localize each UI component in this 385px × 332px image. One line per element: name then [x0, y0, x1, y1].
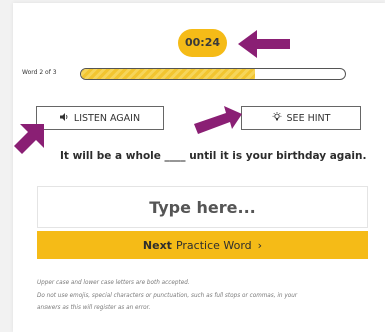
note-line: Do not use emojis, special characters or…	[37, 293, 298, 299]
prompt-sentence: It will be a whole ____ until it is your…	[60, 150, 367, 162]
next-label-rest: Practice Word	[175, 238, 252, 252]
word-progress-bar	[80, 68, 346, 80]
answer-input[interactable]	[37, 186, 368, 228]
speaker-icon	[59, 112, 69, 124]
arrow-pointer-hint-icon	[194, 106, 242, 134]
see-hint-button[interactable]: SEE HINT	[241, 106, 361, 130]
see-hint-label: SEE HINT	[286, 112, 331, 124]
arrow-pointer-listen-icon	[14, 124, 44, 154]
lightbulb-icon	[272, 111, 282, 125]
word-progress-label: Word 2 of 3	[22, 69, 57, 76]
note-line: Upper case and lower case letters are bo…	[37, 280, 190, 286]
listen-again-label: LISTEN AGAIN	[73, 112, 141, 124]
next-practice-word-button[interactable]: Next Practice Word ›	[37, 231, 368, 259]
word-progress-fill	[81, 69, 256, 79]
arrow-pointer-timer-icon	[238, 30, 290, 58]
next-label-bold: Next	[142, 238, 172, 252]
timer-badge: 00:24	[178, 29, 227, 57]
chevron-right-icon: ›	[257, 238, 263, 252]
note-line: answers as this will register as an erro…	[37, 305, 151, 311]
listen-again-button[interactable]: LISTEN AGAIN	[36, 106, 164, 130]
